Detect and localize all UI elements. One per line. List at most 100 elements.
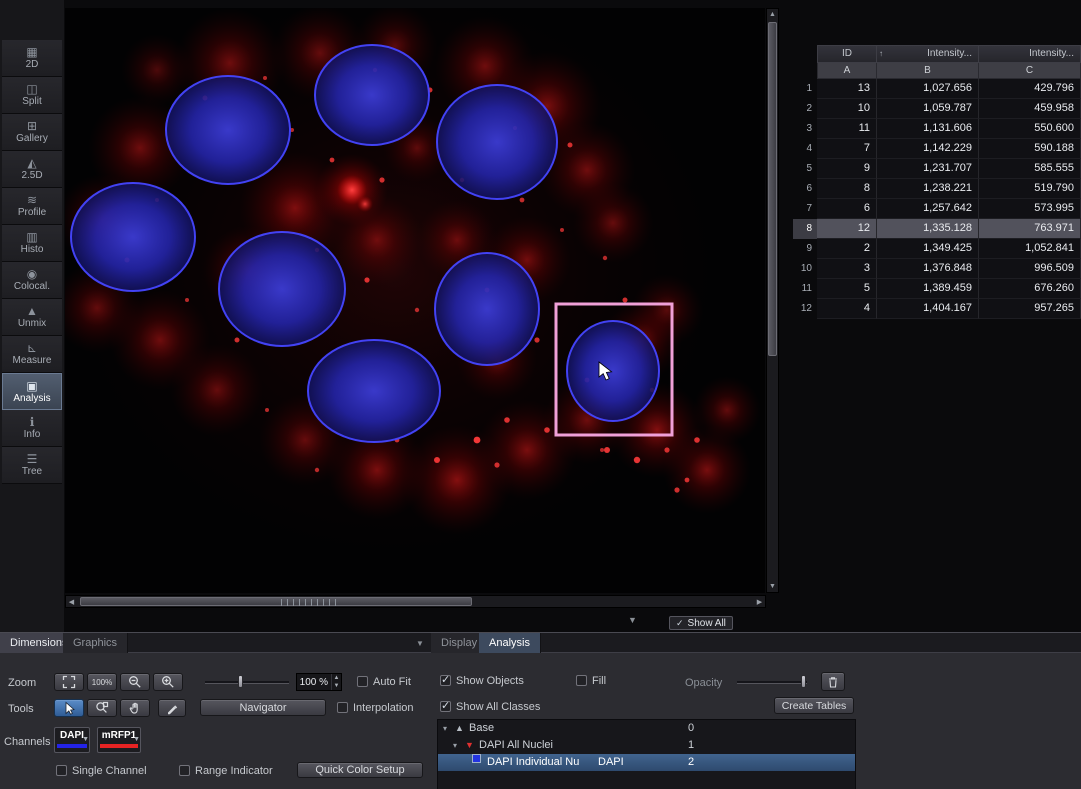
scroll-up-icon[interactable]: ▲ (767, 9, 778, 20)
cell-intensity-b[interactable]: 1,027.656 (877, 79, 979, 99)
cell-intensity-c[interactable]: 1,052.841 (979, 239, 1081, 259)
image-viewport[interactable] (65, 8, 765, 593)
delete-objects-button[interactable] (821, 672, 845, 691)
sidebar-item[interactable]: ◫ Split (2, 77, 62, 114)
show-all-toggle[interactable]: ✓ Show All (669, 616, 733, 630)
table-row[interactable]: 8 12 1,335.128 763.971 (793, 219, 1081, 239)
cell-intensity-b[interactable]: 1,404.167 (877, 299, 979, 319)
collapse-panel-arrow-icon[interactable]: ▼ (628, 615, 637, 625)
cell-intensity-b[interactable]: 1,335.128 (877, 219, 979, 239)
cell-intensity-b[interactable]: 1,231.707 (877, 159, 979, 179)
column-header-intensity-b[interactable]: ↑ Intensity... (877, 45, 979, 63)
vertical-scrollbar[interactable]: ▲ ▼ (766, 8, 779, 593)
auto-fit-checkbox[interactable]: Auto Fit (357, 675, 411, 688)
cell-intensity-c[interactable]: 996.509 (979, 259, 1081, 279)
expander-icon[interactable]: ▾ (443, 720, 447, 737)
cell-id[interactable]: 12 (817, 219, 877, 239)
zoom-fit-button[interactable] (54, 673, 84, 691)
table-row[interactable]: 12 4 1,404.167 957.265 (793, 299, 1081, 319)
table-row[interactable]: 11 5 1,389.459 676.260 (793, 279, 1081, 299)
navigator-button[interactable]: Navigator (200, 699, 326, 716)
sidebar-item[interactable]: ◭ 2.5D (2, 151, 62, 188)
quick-color-setup-button[interactable]: Quick Color Setup (297, 762, 423, 778)
cell-intensity-c[interactable]: 957.265 (979, 299, 1081, 319)
interpolation-checkbox[interactable]: Interpolation (337, 701, 414, 714)
cell-id[interactable]: 10 (817, 99, 877, 119)
cell-intensity-c[interactable]: 519.790 (979, 179, 1081, 199)
table-row[interactable]: 5 9 1,231.707 585.555 (793, 159, 1081, 179)
chevron-down-icon[interactable]: ▼ (133, 736, 140, 743)
channel-dapi-button[interactable]: DAPI ▼ (54, 727, 90, 753)
tree-row-base[interactable]: ▾ ▲ Base 0 (438, 720, 855, 737)
tree-row-dapi-individual-nuclei[interactable]: DAPI Individual Nu DAPI 2 (438, 754, 855, 771)
spinner-up-icon[interactable]: ▲ (334, 674, 340, 682)
chevron-down-icon[interactable]: ▼ (82, 736, 89, 743)
sidebar-item[interactable]: ▲ Unmix (2, 299, 62, 336)
zoom-percent-spinner[interactable]: 100 % ▲ ▼ (296, 673, 342, 691)
opacity-slider-handle[interactable] (801, 675, 806, 688)
cell-intensity-c[interactable]: 550.600 (979, 119, 1081, 139)
pointer-tool-button[interactable] (54, 699, 84, 717)
column-letter-c[interactable]: C (979, 63, 1081, 79)
show-all-classes-checkbox[interactable]: Show All Classes (440, 700, 540, 713)
sidebar-item[interactable]: ≋ Profile (2, 188, 62, 225)
column-letter-a[interactable]: A (817, 63, 877, 79)
zoom-100-button[interactable]: 100% (87, 673, 117, 691)
cell-id[interactable]: 3 (817, 259, 877, 279)
column-header-intensity-c[interactable]: Intensity... (979, 45, 1081, 63)
cell-id[interactable]: 13 (817, 79, 877, 99)
cell-intensity-b[interactable]: 1,389.459 (877, 279, 979, 299)
sidebar-item[interactable]: ℹ Info (2, 410, 62, 447)
cell-intensity-b[interactable]: 1,376.848 (877, 259, 979, 279)
cell-id[interactable]: 4 (817, 299, 877, 319)
cell-id[interactable]: 7 (817, 139, 877, 159)
cell-intensity-c[interactable]: 590.188 (979, 139, 1081, 159)
table-row[interactable]: 6 8 1,238.221 519.790 (793, 179, 1081, 199)
zoom-region-tool-button[interactable] (87, 699, 117, 717)
cell-intensity-b[interactable]: 1,349.425 (877, 239, 979, 259)
cell-id[interactable]: 11 (817, 119, 877, 139)
cell-intensity-c[interactable]: 459.958 (979, 99, 1081, 119)
sidebar-item[interactable]: ▥ Histo (2, 225, 62, 262)
opacity-slider[interactable] (737, 681, 807, 684)
cell-intensity-c[interactable]: 429.796 (979, 79, 1081, 99)
table-row[interactable]: 9 2 1,349.425 1,052.841 (793, 239, 1081, 259)
cell-intensity-c[interactable]: 763.971 (979, 219, 1081, 239)
horizontal-scroll-thumb[interactable] (80, 597, 472, 606)
sidebar-item[interactable]: ◉ Colocal. (2, 262, 62, 299)
color-picker-tool-button[interactable] (158, 699, 186, 717)
scroll-left-icon[interactable]: ◀ (66, 597, 77, 608)
zoom-in-button[interactable] (153, 673, 183, 691)
range-indicator-checkbox[interactable]: Range Indicator (179, 764, 273, 777)
table-row[interactable]: 2 10 1,059.787 459.958 (793, 99, 1081, 119)
cell-intensity-c[interactable]: 585.555 (979, 159, 1081, 179)
tab-analysis[interactable]: Analysis (479, 633, 541, 653)
sidebar-item[interactable]: ☰ Tree (2, 447, 62, 484)
create-tables-button[interactable]: Create Tables (774, 697, 854, 714)
expander-icon[interactable]: ▾ (453, 737, 457, 754)
cell-id[interactable]: 5 (817, 279, 877, 299)
cell-id[interactable]: 8 (817, 179, 877, 199)
channel-mrfp1-button[interactable]: mRFP1 ▼ (97, 727, 141, 753)
cell-intensity-b[interactable]: 1,257.642 (877, 199, 979, 219)
table-row[interactable]: 4 7 1,142.229 590.188 (793, 139, 1081, 159)
zoom-out-button[interactable] (120, 673, 150, 691)
zoom-slider-handle[interactable] (238, 675, 243, 688)
table-row[interactable]: 7 6 1,257.642 573.995 (793, 199, 1081, 219)
cell-intensity-c[interactable]: 676.260 (979, 279, 1081, 299)
vertical-scroll-thumb[interactable] (768, 22, 777, 356)
column-header-id[interactable]: ID (817, 45, 877, 63)
tab-graphics[interactable]: Graphics (63, 633, 128, 653)
scroll-right-icon[interactable]: ▶ (754, 597, 765, 608)
show-objects-checkbox[interactable]: Show Objects (440, 674, 524, 687)
panel-menu-arrow-icon[interactable]: ▼ (416, 639, 424, 648)
fill-checkbox[interactable]: Fill (576, 674, 606, 687)
table-row[interactable]: 3 11 1,131.606 550.600 (793, 119, 1081, 139)
sidebar-item[interactable]: ▦ 2D (2, 40, 62, 77)
horizontal-scrollbar[interactable]: ◀ ▶ (65, 595, 766, 608)
tree-row-dapi-all-nuclei[interactable]: ▾ ▼ DAPI All Nuclei 1 (438, 737, 855, 754)
scroll-down-icon[interactable]: ▼ (767, 581, 778, 592)
cell-intensity-b[interactable]: 1,238.221 (877, 179, 979, 199)
cell-id[interactable]: 9 (817, 159, 877, 179)
cell-id[interactable]: 2 (817, 239, 877, 259)
